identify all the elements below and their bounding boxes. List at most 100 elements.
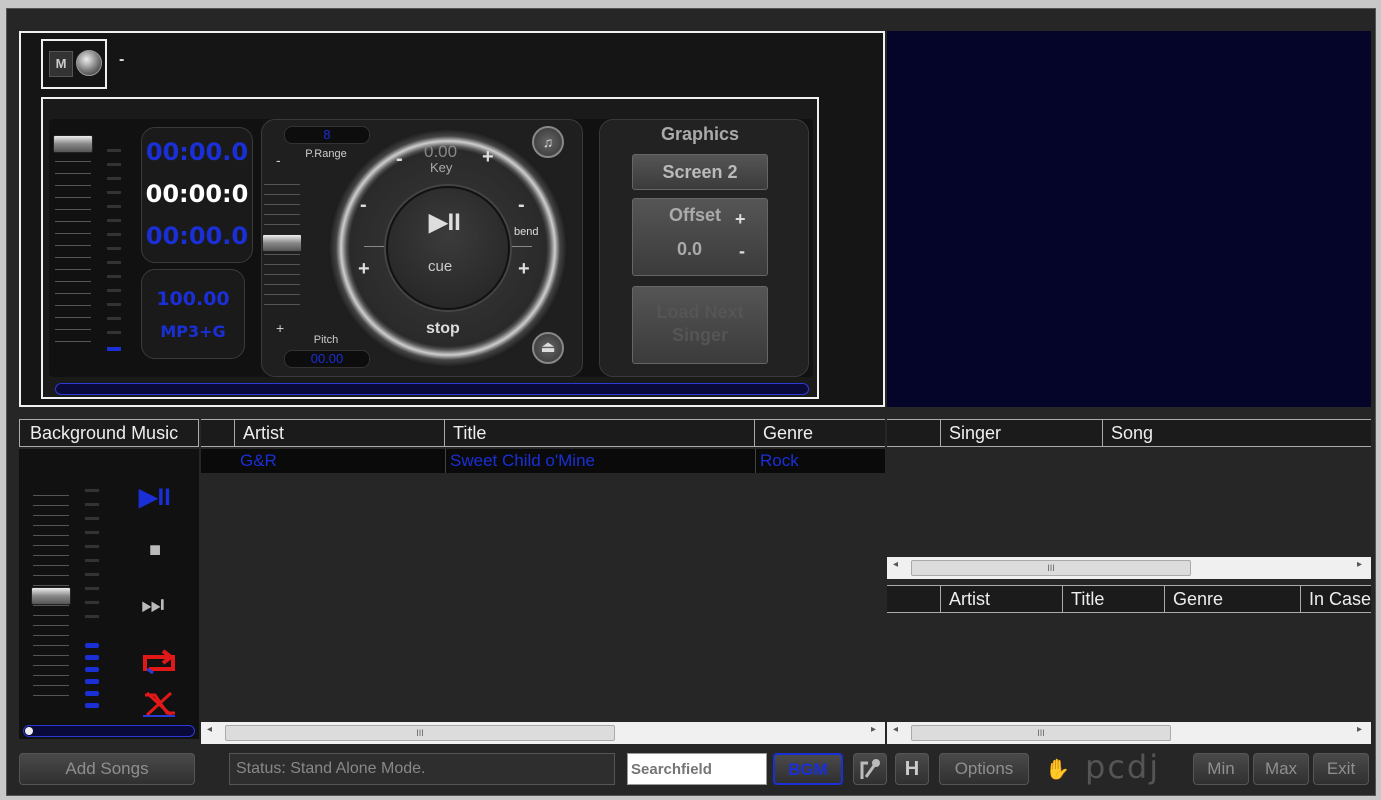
bgm-play-pause-button[interactable]: ▶II <box>139 483 171 512</box>
time-remaining: 00:00.0 <box>145 138 249 166</box>
deck-panel: M - 00:00.0 00:00:0 00:00.0 100.00 MP3+G… <box>19 31 885 407</box>
hand-icon[interactable]: ✋ <box>1045 757 1070 781</box>
col-header-blank <box>201 420 235 446</box>
scroll-left-icon[interactable]: ◂ <box>893 724 898 735</box>
song-list-scrollbar[interactable]: ◂ III ▸ <box>887 722 1371 744</box>
scroll-right-icon[interactable]: ▸ <box>1357 724 1362 735</box>
pitch-value[interactable]: 00.00 <box>284 350 370 368</box>
bgm-volume-fader[interactable] <box>31 489 71 699</box>
key-value: 0.00 <box>424 142 458 161</box>
offset-minus-button[interactable]: - <box>739 241 745 262</box>
col-header-genre[interactable]: Genre <box>755 420 885 446</box>
scroll-left-icon[interactable]: ◂ <box>207 724 212 735</box>
mode-m-button[interactable]: M <box>49 51 73 77</box>
format-label: MP3+G <box>160 322 226 341</box>
singer-table-header: Singer Song <box>887 419 1371 447</box>
col-header-artist[interactable]: Artist <box>941 586 1063 612</box>
jog-center <box>386 186 510 310</box>
graphics-label: Graphics <box>660 124 740 144</box>
app-window: M - 00:00.0 00:00:0 00:00.0 100.00 MP3+G… <box>6 8 1376 796</box>
time-display: 00:00.0 00:00:0 00:00.0 <box>141 127 253 263</box>
song-list: Artist Title Genre In Case <box>887 585 1371 721</box>
bgm-stop-button[interactable]: ■ <box>149 539 161 562</box>
min-button[interactable]: Min <box>1193 753 1249 785</box>
max-button[interactable]: Max <box>1253 753 1309 785</box>
scrollbar-thumb[interactable]: III <box>911 560 1191 576</box>
col-header-title[interactable]: Title <box>445 420 755 446</box>
bgm-controls: ▶II ■ ⏭ <box>19 449 199 739</box>
pitch-fader[interactable] <box>262 178 302 312</box>
row-artist: G&R <box>240 451 277 470</box>
bgm-button[interactable]: BGM <box>773 753 843 785</box>
bgm-next-button[interactable]: ⏭ <box>141 589 164 621</box>
deck-controls: 00:00.0 00:00:0 00:00.0 100.00 MP3+G 8 P… <box>41 97 819 399</box>
key-lock-icon[interactable]: ♫ <box>532 126 564 158</box>
offset-label: Offset <box>669 205 722 225</box>
bend-plus-button[interactable]: + <box>518 258 530 281</box>
scroll-right-icon[interactable]: ▸ <box>1357 559 1362 570</box>
exit-button[interactable]: Exit <box>1313 753 1369 785</box>
bgm-table-scrollbar[interactable]: ◂ III ▸ <box>201 722 885 744</box>
table-row[interactable]: G&R Sweet Child o'Mine Rock <box>201 449 885 473</box>
nudge-plus-left-button[interactable]: + <box>358 258 370 281</box>
key-down-button[interactable]: - <box>396 148 403 171</box>
bgm-progress-bar[interactable] <box>23 725 195 737</box>
col-header-singer[interactable]: Singer <box>941 420 1103 446</box>
row-title: Sweet Child o'Mine <box>450 451 595 470</box>
scrollbar-thumb[interactable]: III <box>225 725 615 741</box>
bend-label: bend <box>514 226 539 238</box>
eject-icon[interactable]: ⏏ <box>532 332 564 364</box>
col-header-artist[interactable]: Artist <box>235 420 445 446</box>
col-header-title[interactable]: Title <box>1063 586 1165 612</box>
stop-button[interactable]: stop <box>426 320 460 338</box>
col-header-blank <box>887 420 941 446</box>
mic-icon[interactable] <box>853 753 887 785</box>
key-up-button[interactable]: + <box>482 146 494 169</box>
bgm-title: Background Music <box>30 423 179 443</box>
bgm-shuffle-off-icon[interactable] <box>141 689 177 719</box>
options-button[interactable]: Options <box>939 753 1029 785</box>
volume-knob-icon[interactable] <box>76 50 102 76</box>
track-progress-bar[interactable] <box>55 383 809 395</box>
add-songs-button[interactable]: Add Songs <box>19 753 195 785</box>
p-range-value[interactable]: 8 <box>284 126 370 144</box>
cue-button[interactable]: cue <box>428 258 452 275</box>
offset-control: Offset 0.0 + - <box>632 198 768 276</box>
scroll-right-icon[interactable]: ▸ <box>871 724 876 735</box>
load-next-singer-button[interactable]: Load Next Singer <box>632 286 768 364</box>
bgm-header: Background Music <box>19 419 199 447</box>
graphics-panel: Graphics Screen 2 Offset 0.0 + - Load Ne… <box>599 119 809 377</box>
key-label: Key <box>430 160 453 175</box>
h-button[interactable]: H <box>895 753 929 785</box>
scrollbar-thumb[interactable]: III <box>911 725 1171 741</box>
status-bar: Status: Stand Alone Mode. <box>229 753 615 785</box>
tempo-display: 100.00 MP3+G <box>141 269 245 359</box>
play-pause-button[interactable]: ▶II <box>429 208 461 237</box>
col-header-song[interactable]: Song <box>1103 420 1371 446</box>
col-header-genre[interactable]: Genre <box>1165 586 1301 612</box>
level-meter <box>107 129 121 357</box>
bgm-level-meter <box>85 479 99 709</box>
track-label: - <box>119 51 125 68</box>
nudge-minus-left-button[interactable]: - <box>360 194 367 217</box>
bgm-repeat-icon[interactable] <box>141 649 177 677</box>
bend-minus-button[interactable]: - <box>518 194 525 217</box>
screen-2-button[interactable]: Screen 2 <box>632 154 768 190</box>
pitch-label: Pitch <box>313 334 339 346</box>
col-header-in-case[interactable]: In Case <box>1301 586 1371 612</box>
singer-list: Singer Song <box>887 419 1371 559</box>
load-next-line1: Load Next <box>656 302 744 322</box>
jog-wheel[interactable]: ▶II cue stop 0.00 Key - + - - bend + + <box>328 128 568 368</box>
bgm-table-header: Artist Title Genre <box>201 419 885 447</box>
offset-value: 0.0 <box>677 239 703 259</box>
volume-fader-handle[interactable] <box>53 135 93 153</box>
search-input[interactable] <box>627 753 767 785</box>
deck-body: 00:00.0 00:00:0 00:00.0 100.00 MP3+G 8 P… <box>49 119 813 377</box>
pitch-fader-handle[interactable] <box>262 234 302 252</box>
bgm-fader-handle[interactable] <box>31 587 71 605</box>
scroll-left-icon[interactable]: ◂ <box>893 559 898 570</box>
singer-list-scrollbar[interactable]: ◂ III ▸ <box>887 557 1371 579</box>
bgm-song-table: Artist Title Genre G&R Sweet Child o'Min… <box>201 419 885 721</box>
offset-plus-button[interactable]: + <box>735 209 746 230</box>
volume-fader[interactable] <box>53 129 93 357</box>
